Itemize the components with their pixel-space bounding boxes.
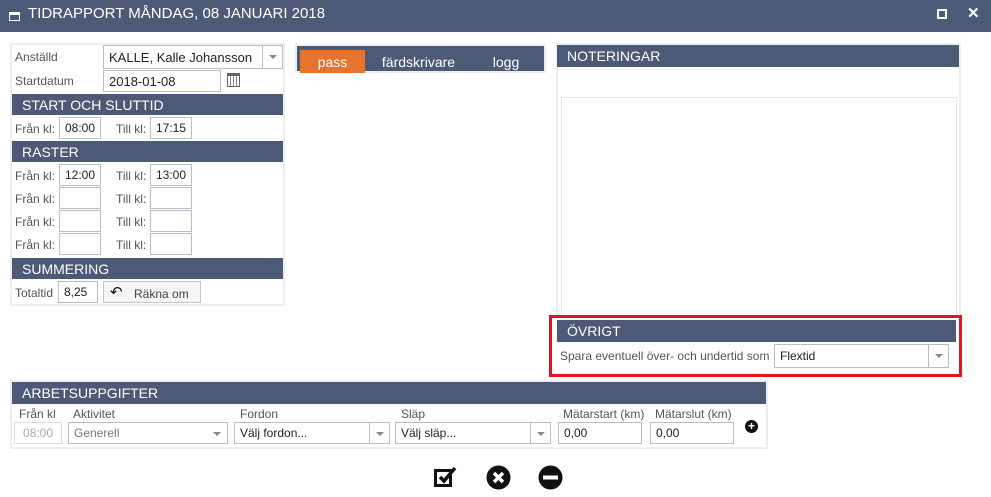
vehicle-select[interactable]: Välj fordon... — [234, 422, 390, 444]
add-task-button[interactable]: + — [745, 420, 758, 433]
overtime-label: Spara eventuell över- och undertid som — [560, 349, 770, 363]
start-end-header: START OCH SLUTTID — [12, 94, 283, 115]
col-activity: Aktivitet — [73, 407, 116, 421]
vehicle-value: Välj fordon... — [240, 426, 308, 440]
overtime-select[interactable]: Flextid — [774, 344, 949, 368]
break-to-label: Till kl: — [116, 169, 147, 183]
break-from-input[interactable]: 12:00 — [59, 164, 101, 186]
breaks-header: RASTER — [12, 141, 283, 162]
cancel-button[interactable] — [486, 465, 511, 490]
minus-circle-icon — [538, 465, 563, 490]
tasks-header: ARBETSUPPGIFTER — [12, 382, 766, 404]
meter-start-input[interactable]: 0,00 — [558, 422, 642, 444]
close-circle-icon — [486, 465, 511, 490]
overtime-value: Flextid — [780, 349, 816, 363]
delete-button[interactable] — [538, 465, 563, 490]
total-input[interactable]: 8,25 — [58, 281, 98, 303]
trailer-value: Välj släp... — [401, 426, 457, 440]
break-to-label: Till kl: — [116, 192, 147, 206]
from-label: Från kl: — [15, 122, 56, 136]
window-icon — [9, 12, 20, 21]
save-button[interactable] — [434, 466, 458, 488]
col-meter-start: Mätarstart (km) — [563, 407, 645, 421]
break-from-input[interactable] — [59, 210, 101, 232]
activity-value: Generell — [74, 426, 120, 440]
chevron-down-icon — [369, 423, 389, 443]
break-from-label: Från kl: — [15, 192, 56, 206]
tab-logg[interactable]: logg — [480, 50, 532, 73]
notes-textarea[interactable] — [561, 97, 957, 319]
employee-value: KALLE, Kalle Johansson — [109, 50, 253, 65]
recalc-button[interactable]: ↶ Räkna om — [103, 281, 201, 303]
to-label: Till kl: — [116, 122, 147, 136]
undo-arrow-icon: ↶ — [110, 284, 123, 301]
activity-select[interactable]: Generell — [68, 422, 228, 444]
break-from-label: Från kl: — [15, 238, 56, 252]
task-from-input[interactable]: 08:00 — [14, 422, 62, 444]
break-to-input[interactable] — [150, 233, 192, 255]
end-time-input[interactable]: 17:15 — [150, 117, 192, 139]
start-time-input[interactable]: 08:00 — [59, 117, 101, 139]
col-vehicle: Fordon — [240, 407, 279, 421]
other-header: ÖVRIGT — [557, 320, 956, 342]
employee-label: Anställd — [15, 50, 58, 64]
summary-header: SUMMERING — [12, 258, 283, 279]
employee-select[interactable]: KALLE, Kalle Johansson — [103, 45, 283, 69]
meter-end-input[interactable]: 0,00 — [650, 422, 734, 444]
break-to-label: Till kl: — [116, 238, 147, 252]
window-title: TIDRAPPORT MÅNDAG, 08 JANUARI 2018 — [28, 5, 326, 22]
chevron-down-icon — [530, 423, 550, 443]
col-meter-end: Mätarslut (km) — [655, 407, 732, 421]
break-from-label: Från kl: — [15, 215, 56, 229]
break-to-input[interactable] — [150, 210, 192, 232]
break-from-input[interactable] — [59, 233, 101, 255]
tab-pass[interactable]: pass — [300, 50, 365, 73]
trailer-select[interactable]: Välj släp... — [395, 422, 551, 444]
chevron-down-icon — [262, 46, 282, 68]
tab-fardskrivare[interactable]: färdskrivare — [370, 50, 467, 73]
total-label: Totaltid — [15, 286, 54, 300]
startdate-label: Startdatum — [15, 74, 74, 88]
break-from-label: Från kl: — [15, 169, 56, 183]
calendar-icon[interactable] — [227, 73, 240, 87]
recalc-label: Räkna om — [134, 287, 189, 301]
break-to-input[interactable] — [150, 187, 192, 209]
notes-header: NOTERINGAR — [557, 45, 959, 67]
chevron-down-icon — [928, 345, 948, 367]
chevron-down-icon — [207, 423, 227, 443]
title-bar: TIDRAPPORT MÅNDAG, 08 JANUARI 2018 ✕ — [0, 0, 991, 32]
col-from: Från kl — [19, 407, 56, 421]
break-to-label: Till kl: — [116, 215, 147, 229]
maximize-button[interactable] — [937, 9, 947, 19]
close-button[interactable]: ✕ — [967, 4, 980, 22]
startdate-input[interactable]: 2018-01-08 — [103, 70, 221, 92]
break-from-input[interactable] — [59, 187, 101, 209]
break-to-input[interactable]: 13:00 — [150, 164, 192, 186]
checkbox-check-icon — [434, 466, 457, 487]
col-trailer: Släp — [401, 407, 426, 421]
